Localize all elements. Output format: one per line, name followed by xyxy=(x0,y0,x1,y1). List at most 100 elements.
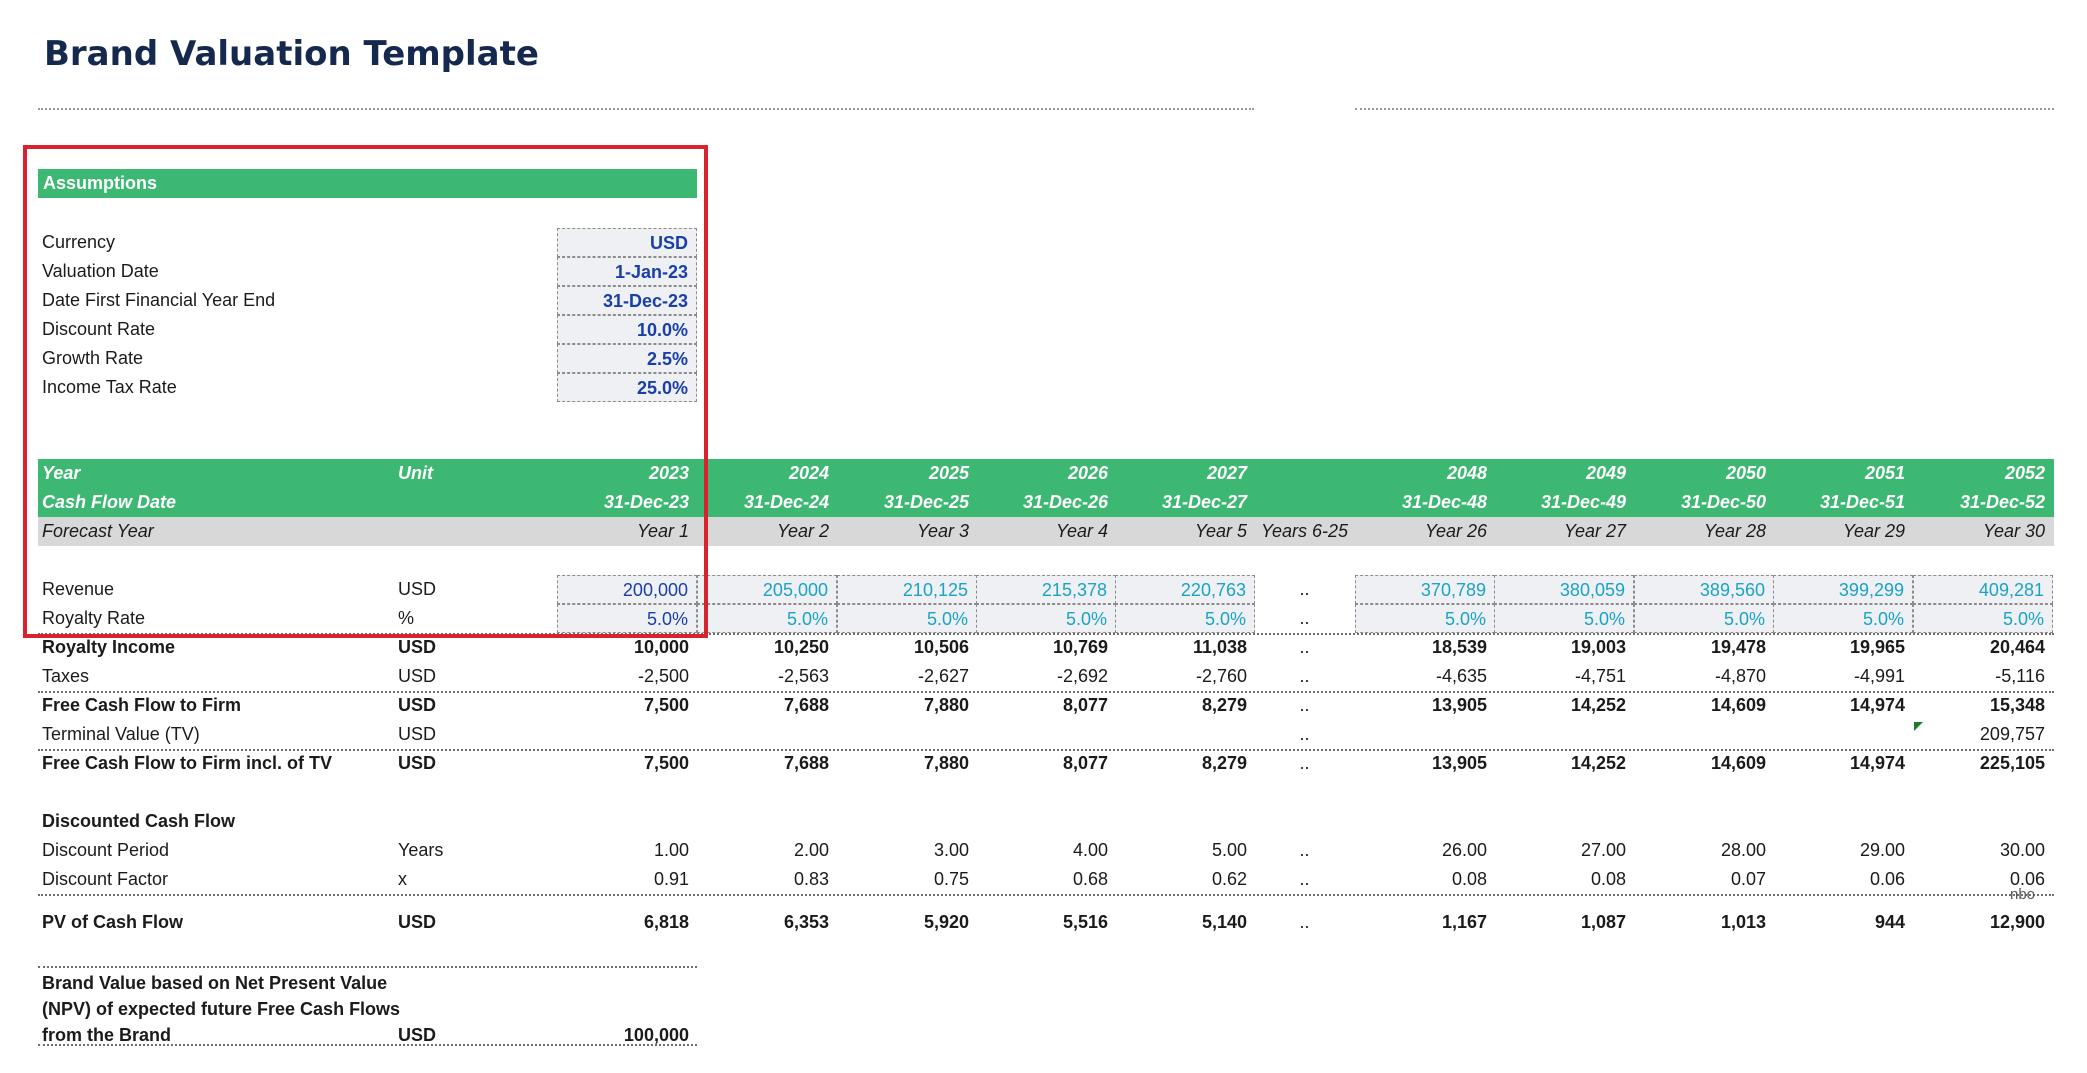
row-value[interactable]: 5.0% xyxy=(1355,604,1495,633)
forecast-year: Year 28 xyxy=(1703,521,1766,541)
row-value[interactable]: 5.0% xyxy=(1634,604,1774,633)
row-value[interactable]: 389,560 xyxy=(1634,575,1774,604)
row-label: Discount Factor xyxy=(42,869,169,889)
row-value: 0.06 xyxy=(1869,869,1905,889)
row-value: 5.00 xyxy=(1211,840,1247,860)
header-date: 31-Dec-24 xyxy=(743,492,829,512)
row-value: 20,464 xyxy=(1989,637,2045,657)
header-date: 31-Dec-27 xyxy=(1161,492,1247,512)
row-unit: Years xyxy=(398,840,444,860)
forecast-year: Year 5 xyxy=(1194,521,1247,541)
brand-value-amount: 100,000 xyxy=(623,1025,689,1045)
gap-ellipsis: .. xyxy=(1299,753,1310,773)
row-value xyxy=(1355,720,1495,749)
header-year: 2027 xyxy=(1206,463,1247,483)
row-value: 27.00 xyxy=(1580,840,1626,860)
row-value[interactable]: 205,000 xyxy=(697,575,837,604)
row-value[interactable]: 5.0% xyxy=(697,604,837,633)
comment-marker xyxy=(1914,722,1923,731)
row-value: 18,539 xyxy=(1431,637,1487,657)
row-label: PV of Cash Flow xyxy=(42,912,184,932)
forecast-year: Year 26 xyxy=(1424,521,1487,541)
row-value: 0.68 xyxy=(1072,869,1108,889)
brand-value-label: from the Brand xyxy=(42,1025,172,1045)
row-value: -4,991 xyxy=(1853,666,1905,686)
row-value[interactable]: 5.0% xyxy=(1773,604,1913,633)
row-value: 8,077 xyxy=(1062,753,1108,773)
row-value: 2.00 xyxy=(793,840,829,860)
header-date: 31-Dec-26 xyxy=(1022,492,1108,512)
row-value: 5,140 xyxy=(1201,912,1247,932)
title-underline-left xyxy=(38,108,1254,110)
row-value: 7,880 xyxy=(923,695,969,715)
row-value[interactable]: 5.0% xyxy=(1913,604,2053,633)
row-value: 225,105 xyxy=(1979,753,2045,773)
row-value[interactable]: 409,281 xyxy=(1913,575,2053,604)
clipped-note: nbo xyxy=(2010,886,2036,903)
row-label: Discount Period xyxy=(42,840,170,860)
row-value: -5,116 xyxy=(1995,666,2045,686)
row-value: 7,688 xyxy=(783,695,829,715)
row-value: 30.00 xyxy=(1999,840,2045,860)
row-value: 0.62 xyxy=(1211,869,1247,889)
gap-ellipsis: .. xyxy=(1299,912,1310,932)
row-value: 7,688 xyxy=(783,753,829,773)
row-value: 0.75 xyxy=(933,869,969,889)
header-year: 2051 xyxy=(1864,463,1905,483)
row-value: -4,751 xyxy=(1574,666,1626,686)
row-label: Free Cash Flow to Firm incl. of TV xyxy=(42,753,333,773)
row-label: Terminal Value (TV) xyxy=(42,724,200,744)
row-value[interactable]: 399,299 xyxy=(1773,575,1913,604)
row-value: 1.00 xyxy=(653,840,689,860)
row-value: 8,077 xyxy=(1062,695,1108,715)
highlight-box xyxy=(23,145,708,638)
row-value: 944 xyxy=(1874,912,1905,932)
header-year: 2050 xyxy=(1725,463,1766,483)
header-date: 31-Dec-48 xyxy=(1401,492,1487,512)
row-label: Taxes xyxy=(42,666,90,686)
row-unit: USD xyxy=(398,695,437,715)
row-value[interactable]: 5.0% xyxy=(1494,604,1634,633)
row-value: 12,900 xyxy=(1989,912,2045,932)
row-value: 13,905 xyxy=(1431,695,1487,715)
row-value[interactable]: 5.0% xyxy=(1115,604,1255,633)
row-value[interactable]: 5.0% xyxy=(976,604,1116,633)
row-value: -4,870 xyxy=(1714,666,1766,686)
row-value[interactable]: 210,125 xyxy=(837,575,977,604)
row-value xyxy=(1494,720,1634,749)
brand-value-label: Brand Value based on Net Present Value xyxy=(42,973,388,993)
row-value: 5,920 xyxy=(923,912,969,932)
row-value xyxy=(976,720,1116,749)
header-date: 31-Dec-51 xyxy=(1819,492,1905,512)
row-value: 3.00 xyxy=(933,840,969,860)
row-value: 8,279 xyxy=(1201,753,1247,773)
row-value: 15,348 xyxy=(1989,695,2045,715)
row-value: 10,250 xyxy=(773,637,829,657)
row-value[interactable]: 5.0% xyxy=(837,604,977,633)
row-value: 14,252 xyxy=(1570,695,1626,715)
row-unit: USD xyxy=(398,724,437,744)
row-unit: USD xyxy=(398,666,437,686)
row-value xyxy=(697,720,837,749)
row-value: 26.00 xyxy=(1441,840,1487,860)
row-unit: USD xyxy=(398,912,437,932)
row-value[interactable]: 380,059 xyxy=(1494,575,1634,604)
row-value: 19,965 xyxy=(1849,637,1905,657)
header-date: 31-Dec-49 xyxy=(1540,492,1626,512)
row-value xyxy=(557,720,697,749)
row-value: 6,353 xyxy=(783,912,829,932)
row-value: 14,252 xyxy=(1570,753,1626,773)
row-value: 14,974 xyxy=(1849,753,1905,773)
row-value: -2,500 xyxy=(637,666,689,686)
row-value: 7,500 xyxy=(643,695,689,715)
header-year: 2024 xyxy=(788,463,829,483)
brand-value-label: (NPV) of expected future Free Cash Flows xyxy=(42,999,401,1019)
separator-fcf-tv xyxy=(38,749,2054,751)
row-value[interactable]: 220,763 xyxy=(1115,575,1255,604)
row-value: 11,038 xyxy=(1192,637,1247,657)
header-year: 2025 xyxy=(928,463,969,483)
gap-ellipsis: .. xyxy=(1299,869,1310,889)
row-value[interactable]: 370,789 xyxy=(1355,575,1495,604)
row-value[interactable]: 215,378 xyxy=(976,575,1116,604)
row-value xyxy=(1634,720,1774,749)
